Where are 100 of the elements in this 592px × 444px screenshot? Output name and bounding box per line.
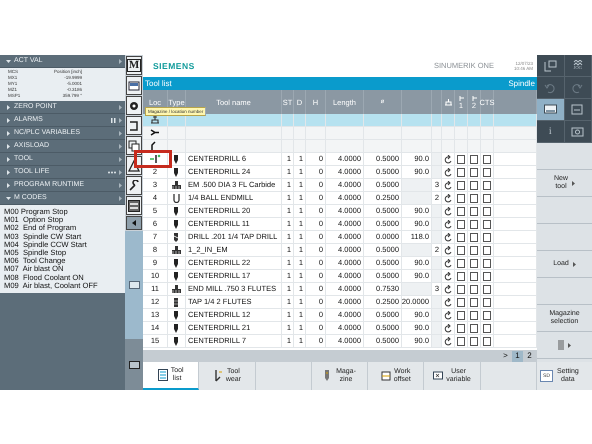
toolbar-button[interactable] <box>126 176 142 195</box>
end-mill-icon <box>172 246 181 254</box>
checkbox[interactable] <box>483 168 491 176</box>
checkbox[interactable] <box>457 154 465 164</box>
brand-name: SIEMENS <box>153 60 196 72</box>
checkbox[interactable] <box>470 272 478 280</box>
toolbar-button[interactable] <box>126 136 142 155</box>
checkbox[interactable] <box>483 310 491 320</box>
checkbox[interactable] <box>483 220 491 228</box>
rotate-icon <box>444 180 452 190</box>
arrow-icon <box>119 170 122 174</box>
machine-icon <box>544 60 557 72</box>
checkbox[interactable] <box>470 220 478 228</box>
wave-icon <box>572 60 583 66</box>
checkbox[interactable] <box>457 298 465 306</box>
checkbox[interactable] <box>470 194 478 202</box>
arrow-icon <box>568 342 571 348</box>
page-button[interactable]: 2 <box>524 350 535 362</box>
checkbox[interactable] <box>483 336 491 346</box>
page-button[interactable]: 1 <box>512 350 523 362</box>
disc-icon <box>128 100 140 112</box>
checkbox[interactable] <box>483 232 491 242</box>
panel-title: Tool list <box>145 78 172 90</box>
checkbox[interactable] <box>483 246 491 254</box>
screen-icon <box>544 104 557 116</box>
checkbox[interactable] <box>457 206 465 216</box>
checkbox[interactable] <box>457 180 465 190</box>
rotate-icon <box>444 246 452 254</box>
spindle-icon <box>444 98 452 106</box>
checkbox[interactable] <box>483 194 491 202</box>
toolbar-button[interactable]: i <box>537 121 564 143</box>
toolbar-button[interactable] <box>126 196 142 215</box>
checkbox[interactable] <box>470 310 478 320</box>
table-cell <box>402 192 432 205</box>
arrow-icon <box>119 130 122 136</box>
checkbox[interactable] <box>470 180 478 190</box>
toolbar-button[interactable] <box>126 76 142 95</box>
rotate-icon <box>444 284 452 294</box>
toolbar-button[interactable] <box>126 96 142 115</box>
checkbox[interactable] <box>457 336 465 346</box>
checkbox[interactable] <box>483 206 491 216</box>
triangle-icon <box>128 160 140 172</box>
toolbar-button[interactable] <box>537 99 564 121</box>
page-button[interactable]: > <box>500 350 511 362</box>
rotate-icon <box>444 194 452 202</box>
checkbox[interactable] <box>483 284 491 294</box>
wrench-icon <box>128 180 140 192</box>
checkbox[interactable] <box>483 324 491 332</box>
checkbox[interactable] <box>470 206 478 216</box>
checkbox[interactable] <box>483 258 491 268</box>
arrow-icon <box>119 156 122 162</box>
screen-icon <box>128 80 140 92</box>
ball-mill-icon <box>172 194 181 202</box>
toolbar-button[interactable]: M <box>126 56 142 75</box>
redo-icon <box>571 82 584 94</box>
checkbox[interactable] <box>483 298 491 306</box>
logo-icon <box>128 200 140 212</box>
checkbox[interactable] <box>470 232 478 242</box>
checkbox[interactable] <box>457 168 465 176</box>
list-icon <box>158 369 168 381</box>
copy-icon <box>128 140 140 152</box>
checkbox[interactable] <box>470 284 478 294</box>
checkbox[interactable] <box>483 154 491 164</box>
checkbox[interactable] <box>457 246 465 254</box>
rotate-icon <box>444 232 452 242</box>
arrow-icon <box>119 58 122 64</box>
checkbox[interactable] <box>470 258 478 268</box>
arrow-icon <box>119 182 122 188</box>
checkbox[interactable] <box>457 272 465 280</box>
spindle-label: Spindle <box>508 78 535 90</box>
checkbox[interactable] <box>470 154 478 164</box>
checkbox[interactable] <box>470 324 478 332</box>
checkbox[interactable] <box>470 168 478 176</box>
end-mill-icon <box>172 180 181 190</box>
rotate-icon <box>444 154 452 164</box>
offset-icon <box>380 370 391 382</box>
checkbox[interactable] <box>457 232 465 242</box>
checkbox[interactable] <box>457 310 465 320</box>
collapse-button[interactable] <box>126 216 142 230</box>
toolbar-button[interactable] <box>126 116 142 135</box>
checkbox[interactable] <box>470 246 478 254</box>
checkbox[interactable] <box>470 298 478 306</box>
checkbox[interactable] <box>483 180 491 190</box>
checkbox[interactable] <box>457 258 465 268</box>
gripper-icon <box>150 128 160 138</box>
checkbox[interactable] <box>457 324 465 332</box>
checkbox[interactable] <box>457 284 465 294</box>
panel-toggle[interactable] <box>125 339 143 390</box>
checkbox[interactable] <box>483 272 491 280</box>
camera-icon <box>571 126 584 138</box>
tap-icon <box>172 298 181 306</box>
checkbox[interactable] <box>457 220 465 228</box>
checkbox[interactable] <box>470 336 478 346</box>
calculator-icon <box>571 104 584 116</box>
arrow-icon <box>119 118 122 122</box>
panel-toggle[interactable] <box>125 231 143 339</box>
checkbox[interactable] <box>457 194 465 202</box>
arrow-icon <box>572 180 575 186</box>
rotate-icon <box>444 168 452 176</box>
rotate-icon <box>444 206 452 216</box>
